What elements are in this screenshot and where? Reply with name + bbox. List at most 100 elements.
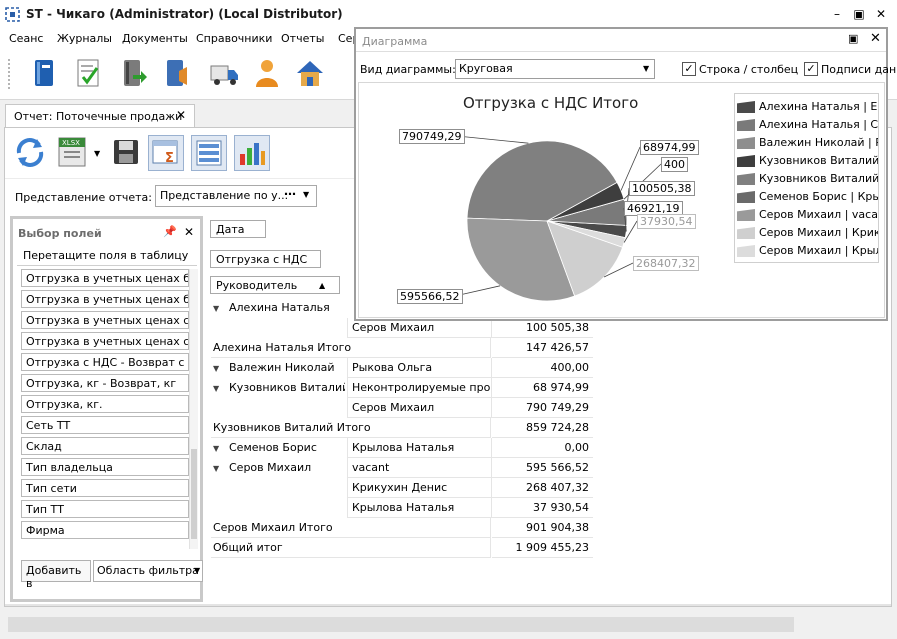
legend-label: Алехина Наталья | Сер xyxy=(759,118,879,131)
menu-reports[interactable]: Отчеты xyxy=(281,32,324,45)
field-list-item[interactable]: Тип сети xyxy=(21,479,189,497)
field-list-item[interactable]: Тип владельца xyxy=(21,458,189,476)
field-chooser-panel: Выбор полей 📌 ✕ Перетащите поля в таблиц… xyxy=(10,216,203,602)
chevron-down-icon[interactable]: ▼ xyxy=(643,64,649,73)
field-list-item[interactable]: Отгрузка с НДС - Возврат с ... xyxy=(21,353,189,371)
pivot-data-field[interactable]: Отгрузка с НДС xyxy=(210,250,321,268)
sort-ascending-icon[interactable]: ▲ xyxy=(319,277,325,295)
add-to-button[interactable]: Добавить в xyxy=(21,560,91,590)
tab-close-icon[interactable]: ✕ xyxy=(176,108,186,122)
pivot-value-cell: 100 505,38 xyxy=(492,318,593,338)
pivot-row-level2: Рыкова Ольга xyxy=(347,358,492,378)
field-list-item[interactable]: Отгрузка в учетных ценах б... xyxy=(21,269,189,287)
pivot-row-level1: Семенов Борис xyxy=(229,441,317,454)
pivot-row-level1: Алехина Наталья xyxy=(229,301,330,314)
pivot-row-level2: Серов Михаил xyxy=(347,318,492,338)
field-list-item[interactable]: Отгрузка, кг - Возврат, кг xyxy=(21,374,189,392)
menu-documents[interactable]: Документы xyxy=(122,32,188,45)
report-view-value: Представление по у... xyxy=(160,189,289,202)
pivot-total-label: Общий итог xyxy=(211,538,491,558)
field-list-icon[interactable] xyxy=(191,135,227,171)
pie-chart xyxy=(454,135,662,302)
pivot-row-field[interactable]: Руководитель ▲ xyxy=(210,276,340,294)
area-select[interactable]: Область фильтра ▼ xyxy=(93,560,203,582)
close-icon[interactable]: ✕ xyxy=(872,5,890,23)
content-bottom-scroll[interactable] xyxy=(5,604,891,606)
pivot-row-level2: Крылова Наталья xyxy=(347,498,492,518)
report-view-select[interactable]: Представление по у... ⋯ ▼ xyxy=(155,185,317,207)
pivot-total-label: Кузовников Виталий Итого xyxy=(211,418,491,438)
pie-data-label: 400 xyxy=(661,157,688,172)
field-list-item[interactable]: Фирма xyxy=(21,521,189,539)
app-icon xyxy=(5,7,20,22)
minimize-icon[interactable]: – xyxy=(828,5,846,23)
book-icon[interactable] xyxy=(28,57,60,89)
expand-collapse-icon[interactable]: ▼ xyxy=(213,444,219,453)
field-list-scrollbar[interactable] xyxy=(189,269,198,549)
menu-session[interactable]: Сеанс xyxy=(9,32,43,45)
report-view-label: Представление отчета: xyxy=(15,191,152,204)
menu-directories[interactable]: Справочники xyxy=(196,32,272,45)
chart-icon[interactable] xyxy=(234,135,270,171)
legend-label: Валежин Николай | Рык xyxy=(759,136,878,149)
row-column-checkbox[interactable]: ✓ xyxy=(682,62,696,76)
data-labels-checkbox[interactable]: ✓ xyxy=(804,62,818,76)
toolbar-grip[interactable] xyxy=(8,59,13,89)
maximize-icon[interactable]: ▣ xyxy=(848,32,858,45)
field-list-item[interactable]: Отгрузка в учетных ценах б... xyxy=(21,290,189,308)
checklist-icon[interactable] xyxy=(72,57,104,89)
delivery-truck-icon[interactable] xyxy=(208,57,240,89)
legend-item: Серов Михаил | Крылов xyxy=(737,242,878,260)
expand-collapse-icon[interactable]: ▼ xyxy=(213,304,219,313)
expand-collapse-icon[interactable]: ▼ xyxy=(213,364,219,373)
legend-swatch xyxy=(737,227,755,239)
diagram-title: Диаграмма xyxy=(362,35,428,48)
pivot-row-level2: Крикухин Денис xyxy=(347,478,492,498)
maximize-icon[interactable]: ▣ xyxy=(850,5,868,23)
chevron-down-icon[interactable]: ▼ xyxy=(194,566,200,575)
pivot-value-cell: 901 904,38 xyxy=(492,518,593,538)
expand-collapse-icon[interactable]: ▼ xyxy=(213,464,219,473)
legend-label: Кузовников Виталий | Н xyxy=(759,154,879,167)
pivot-summary-icon[interactable]: Σ xyxy=(148,135,184,171)
chart-legend: Алехина Наталья | Ерм Алехина Наталья | С… xyxy=(734,93,879,263)
user-icon[interactable] xyxy=(251,57,283,89)
export-xlsx-icon[interactable]: XLSX xyxy=(55,135,89,169)
diagram-window: Диаграмма ▣ ✕ Вид диаграммы: Круговая ▼ … xyxy=(354,27,896,321)
field-list-item[interactable]: Тип ТТ xyxy=(21,500,189,518)
export-dropdown-icon[interactable]: ▼ xyxy=(94,149,100,158)
field-list-item[interactable]: Отгрузка в учетных ценах с... xyxy=(21,311,189,329)
field-list-item[interactable]: Сеть ТТ xyxy=(21,416,189,434)
chevron-down-icon[interactable]: ▼ xyxy=(303,190,309,199)
legend-item: Семенов Борис | Крылс xyxy=(737,188,878,206)
pivot-column-field-date[interactable]: Дата xyxy=(210,220,266,238)
pivot-value-cell: 37 930,54 xyxy=(492,498,593,518)
document-export-icon[interactable] xyxy=(117,57,149,89)
legend-label: Серов Михаил | vacant xyxy=(759,208,879,221)
legend-swatch xyxy=(737,137,755,149)
document-import-icon[interactable] xyxy=(160,57,192,89)
diagram-type-select[interactable]: Круговая ▼ xyxy=(455,59,655,79)
expand-collapse-icon[interactable]: ▼ xyxy=(213,384,219,393)
field-list-item[interactable]: Склад xyxy=(21,437,189,455)
field-list-item[interactable]: Отгрузка, кг. xyxy=(21,395,189,413)
ellipsis-icon[interactable]: ⋯ xyxy=(284,187,296,201)
pivot-value-cell: 790 749,29 xyxy=(492,398,593,418)
diagram-header-divider xyxy=(356,51,886,52)
pivot-value-cell: 595 566,52 xyxy=(492,458,593,478)
field-chooser-hint-text: Перетащите поля в таблицу xyxy=(23,249,189,262)
scrollbar-thumb[interactable] xyxy=(191,449,197,539)
close-icon[interactable]: ✕ xyxy=(870,31,881,46)
legend-label: Серов Михаил | Крылов xyxy=(759,244,878,257)
save-icon[interactable] xyxy=(109,135,143,169)
tab-report[interactable]: Отчет: Поточечные продажи ✕ xyxy=(5,104,195,127)
data-label-leader-line xyxy=(456,135,529,144)
refresh-icon[interactable] xyxy=(13,135,47,169)
menu-journals[interactable]: Журналы xyxy=(57,32,112,45)
field-list-item[interactable]: Отгрузка в учетных ценах с... xyxy=(21,332,189,350)
close-icon[interactable]: ✕ xyxy=(184,225,194,239)
tab-report-label: Отчет: Поточечные продажи xyxy=(14,110,183,123)
legend-item: Валежин Николай | Рык xyxy=(737,134,878,152)
house-icon[interactable] xyxy=(294,57,326,89)
pin-icon[interactable]: 📌 xyxy=(163,225,177,238)
